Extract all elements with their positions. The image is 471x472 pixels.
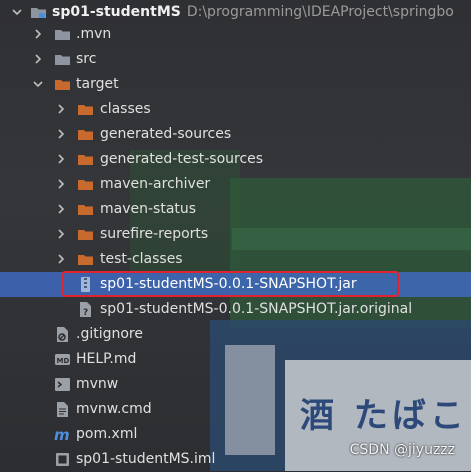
chevron-right-icon[interactable]	[56, 129, 66, 139]
tree-item-label: test-classes	[100, 251, 183, 267]
tree-item-label: mvnw	[76, 376, 119, 392]
gitignore-file-icon	[54, 326, 71, 343]
chevron-down-icon[interactable]	[33, 79, 43, 89]
tree-item-mvnw-cmd[interactable]: mvnw.cmd	[0, 397, 471, 422]
folder-orange-icon	[77, 101, 94, 118]
folder-orange-icon	[77, 126, 94, 143]
module-folder-icon	[30, 4, 47, 21]
chevron-right-icon[interactable]	[56, 229, 66, 239]
tree-item-label: HELP.md	[76, 351, 137, 367]
folder-orange-icon	[54, 76, 71, 93]
folder-orange-icon	[77, 176, 94, 193]
tree-item-generated-test-sources[interactable]: generated-test-sources	[0, 147, 471, 172]
chevron-down-icon[interactable]	[12, 7, 22, 17]
tree-item-label: surefire-reports	[100, 226, 209, 242]
svg-text:?: ?	[83, 308, 88, 318]
maven-pom-icon: m	[54, 426, 71, 443]
folder-orange-icon	[77, 251, 94, 268]
folder-orange-icon	[77, 201, 94, 218]
tree-item-label: src	[76, 51, 97, 67]
folder-icon	[54, 26, 71, 43]
iml-file-icon	[54, 451, 71, 468]
unknown-file-icon: ?	[77, 301, 94, 318]
tree-item-label: sp01-studentMS.iml	[76, 451, 216, 467]
tree-item-classes[interactable]: classes	[0, 97, 471, 122]
chevron-right-icon[interactable]	[56, 204, 66, 214]
highlight-annotation-box	[62, 271, 399, 297]
svg-text:m: m	[54, 426, 70, 443]
chevron-right-icon[interactable]	[56, 254, 66, 264]
chevron-right-icon[interactable]	[56, 179, 66, 189]
tree-item-label: sp01-studentMS-0.0.1-SNAPSHOT.jar.origin…	[100, 301, 413, 317]
tree-item-label: maven-archiver	[100, 176, 211, 192]
tree-item-surefire-reports[interactable]: surefire-reports	[0, 222, 471, 247]
watermark: CSDN @jiyuzzz	[349, 442, 455, 458]
folder-orange-icon	[77, 226, 94, 243]
tree-item-mvn[interactable]: .mvn	[0, 22, 471, 47]
tree-item-gitignore[interactable]: .gitignore	[0, 322, 471, 347]
tree-item-mvnw[interactable]: mvnw	[0, 372, 471, 397]
tree-item-src[interactable]: src	[0, 47, 471, 72]
chevron-right-icon[interactable]	[33, 54, 43, 64]
tree-item-maven-archiver[interactable]: maven-archiver	[0, 172, 471, 197]
tree-item-test-classes[interactable]: test-classes	[0, 247, 471, 272]
root-name: sp01-studentMS	[52, 4, 181, 20]
folder-orange-icon	[77, 151, 94, 168]
tree-item-label: classes	[100, 101, 151, 117]
svg-text:MD: MD	[57, 357, 70, 365]
terminal-file-icon	[54, 376, 71, 393]
tree-item-label: .gitignore	[76, 326, 143, 342]
tree-item-label: mvnw.cmd	[76, 401, 152, 417]
text-file-icon	[54, 401, 71, 418]
tree-item-generated-sources[interactable]: generated-sources	[0, 122, 471, 147]
chevron-right-icon[interactable]	[56, 154, 66, 164]
tree-item-label: generated-test-sources	[100, 151, 264, 167]
tree-item-label: generated-sources	[100, 126, 232, 142]
tree-item-label: target	[76, 76, 119, 92]
markdown-file-icon: MD	[54, 351, 71, 368]
tree-item-label: pom.xml	[76, 426, 138, 442]
tree-item-target[interactable]: target	[0, 72, 471, 97]
tree-item-help-md[interactable]: MD HELP.md	[0, 347, 471, 372]
tree-item-label: .mvn	[76, 26, 112, 42]
chevron-right-icon[interactable]	[56, 104, 66, 114]
folder-icon	[54, 51, 71, 68]
tree-item-maven-status[interactable]: maven-status	[0, 197, 471, 222]
tree-item-label: maven-status	[100, 201, 197, 217]
chevron-right-icon[interactable]	[33, 29, 43, 39]
root-path: D:\programming\IDEAProject\springbo	[186, 4, 454, 20]
tree-item-snapshot-jar-original[interactable]: ? sp01-studentMS-0.0.1-SNAPSHOT.jar.orig…	[0, 297, 471, 322]
